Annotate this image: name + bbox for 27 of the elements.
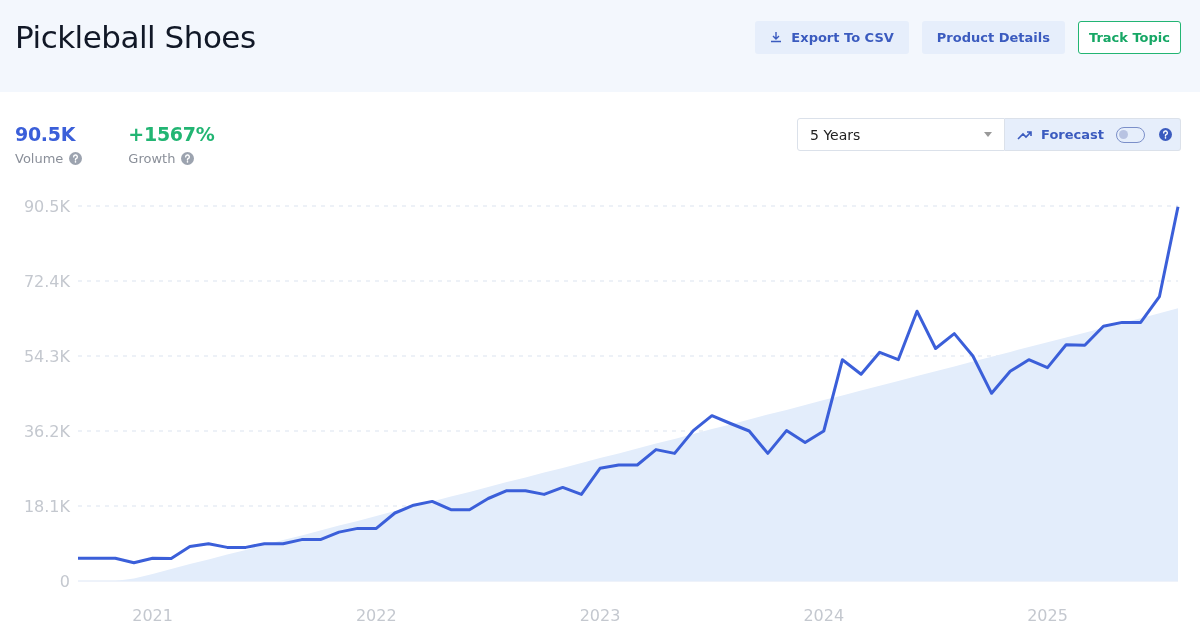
caret-icon [984,132,993,137]
x-tick-label: 2025 [1027,606,1068,625]
x-tick-label: 2024 [803,606,845,625]
stat-label: Growth [128,151,176,166]
y-tick-label: 90.5K [23,197,70,216]
trend-up-icon [1017,129,1034,140]
details-button[interactable]: Product Details [921,20,1065,54]
help-icon[interactable] [69,152,83,165]
y-tick-label: 72.4K [23,272,70,291]
download-icon [770,31,783,43]
help-icon[interactable] [1159,128,1172,141]
x-tick-label: 2022 [355,606,397,625]
export-button[interactable]: Export To CSV [755,20,909,54]
y-tick-label: 18.1K [23,497,70,516]
stat-value: +1567% [128,123,215,145]
forecast-label: Forecast [1041,127,1104,142]
track-button[interactable]: Track Topic [1077,20,1181,54]
range-dropdown[interactable]: 5 Years [797,118,1006,151]
y-tick-label: 54.3K [23,347,70,366]
y-tick-label: 36.2K [23,422,70,441]
stat-value: 90.5K [15,123,77,145]
help-icon[interactable] [181,152,195,165]
stat-label: Volume [15,151,64,166]
y-tick-label: 0 [59,572,70,591]
page-title: Pickleball Shoes [15,19,257,55]
x-tick-label: 2021 [132,606,173,625]
x-tick-label: 2023 [579,606,621,625]
